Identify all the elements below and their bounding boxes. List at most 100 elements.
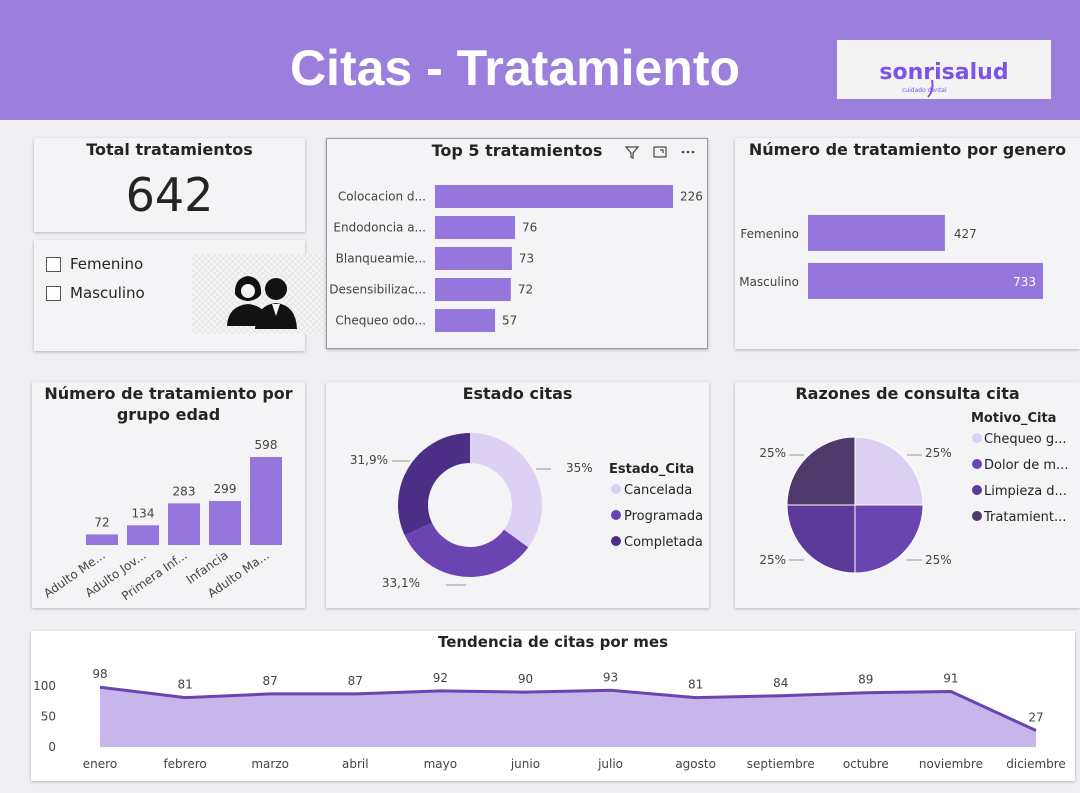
- age-chart: 72Adulto Me...134Adulto Jov...283Primera…: [41, 438, 282, 603]
- top5-card: Top 5 tratamientos Colocacion d... 226 End…: [326, 138, 708, 349]
- checkbox-masculino[interactable]: [46, 285, 61, 301]
- tendencia-value-label: 87: [263, 674, 278, 688]
- razones-legend-marker: [972, 511, 982, 521]
- age-bar[interactable]: [250, 457, 282, 545]
- tendencia-month-label: marzo: [251, 757, 289, 771]
- estado-slice[interactable]: [398, 433, 470, 536]
- tendencia-month-label: octubre: [843, 757, 889, 771]
- slicer-label-masculino: Masculino: [70, 284, 145, 302]
- logo-graphic: sonrisalud cuidado dental: [879, 60, 1009, 98]
- razones-legend-marker: [972, 433, 982, 443]
- gender-value-label: 427: [954, 227, 977, 241]
- tendencia-card: Tendencia de citas por mes 0 50 100 98 enero…: [31, 631, 1075, 781]
- tendencia-value-label: 91: [943, 671, 958, 685]
- estado-slice-label: 35%: [566, 461, 593, 475]
- header-banner: Citas - Tratamiento sonrisalud cuidado d…: [0, 0, 1080, 120]
- page-title: Citas - Tratamiento: [289, 40, 741, 96]
- tendencia-value-label: 81: [688, 678, 703, 692]
- age-value-label: 72: [94, 515, 109, 529]
- top5-category-label: Chequeo odo...: [335, 314, 426, 328]
- top5-category-label: Endodoncia a...: [333, 221, 426, 235]
- checkbox-femenino[interactable]: [46, 256, 61, 272]
- top5-value-label: 73: [519, 252, 534, 266]
- gender-image: [192, 254, 334, 334]
- top5-chart: Colocacion d... 226 Endodoncia a... 76 Blanq…: [329, 185, 703, 332]
- razones-slice-label: 25%: [925, 446, 952, 460]
- tendencia-value-label: 93: [603, 670, 618, 684]
- gender-chart: Femenino 427 Masculino 733: [739, 215, 1043, 299]
- razones-slice-label: 25%: [925, 553, 952, 567]
- gender-bar[interactable]: [808, 263, 1043, 299]
- tendencia-value-label: 98: [92, 667, 107, 681]
- top5-category-label: Blanqueamie...: [336, 252, 426, 266]
- age-bar[interactable]: [86, 534, 118, 545]
- estado-legend-marker: [611, 484, 621, 494]
- tendencia-value-label: 90: [518, 672, 533, 686]
- top5-bar[interactable]: [435, 309, 496, 332]
- top5-bar[interactable]: [435, 247, 512, 270]
- tendencia-month-label: abril: [342, 757, 369, 771]
- age-bar[interactable]: [127, 525, 159, 545]
- kpi-card: Total tratamientos 642: [34, 138, 305, 232]
- estado-slice-label: 33,1%: [382, 576, 420, 590]
- estado-card: Estado citas 35% 33,1% 31,9% Estado_Cita Can…: [326, 382, 709, 608]
- estado-slice[interactable]: [470, 433, 542, 548]
- estado-legend-title: Estado_Cita: [609, 462, 694, 477]
- tendencia-value-label: 81: [177, 678, 192, 692]
- tendencia-value-label: 27: [1028, 711, 1043, 725]
- kpi-value: 642: [125, 168, 214, 222]
- estado-legend-label[interactable]: Cancelada: [624, 483, 692, 498]
- tendencia-month-label: febrero: [163, 757, 206, 771]
- razones-slice-label: 25%: [759, 553, 786, 567]
- razones-slice[interactable]: [786, 436, 856, 506]
- razones-chart: 25% 25% 25% 25% Motivo_Cita Chequeo g... Dolor…: [759, 411, 1068, 574]
- razones-legend-label[interactable]: Dolor de m...: [984, 458, 1068, 473]
- top5-bar[interactable]: [435, 216, 516, 239]
- razones-legend-label[interactable]: Limpieza d...: [984, 484, 1067, 499]
- tendencia-value-label: 84: [773, 676, 788, 690]
- estado-chart: 35% 33,1% 31,9% Estado_Cita Cancelada Program…: [350, 433, 703, 590]
- razones-slice[interactable]: [786, 504, 856, 574]
- tendencia-month-label: junio: [510, 757, 540, 771]
- razones-legend-title: Motivo_Cita: [971, 411, 1056, 426]
- top5-value-label: 76: [522, 221, 537, 235]
- people-icon: [227, 276, 297, 329]
- age-bar[interactable]: [168, 503, 200, 545]
- estado-legend-marker: [611, 510, 621, 520]
- top5-category-label: Colocacion d...: [338, 190, 426, 204]
- estado-legend-marker: [611, 536, 621, 546]
- razones-card: Razones de consulta cita 25% 25% 25% 25% Mot…: [735, 382, 1080, 608]
- age-card: Número de tratamiento por grupo edad 72 A…: [32, 382, 305, 608]
- razones-legend-marker: [972, 459, 982, 469]
- gender-slicer-card: Femenino Masculino: [34, 240, 334, 351]
- razones-legend-label[interactable]: Chequeo g...: [984, 432, 1067, 447]
- slicer-item-masculino[interactable]: Masculino: [46, 284, 145, 302]
- razones-legend-marker: [972, 485, 982, 495]
- estado-legend-label[interactable]: Programada: [624, 509, 703, 524]
- razones-slice-label: 25%: [759, 446, 786, 460]
- logo-text: sonrisalud: [879, 60, 1008, 85]
- tendencia-chart: 0 50 100 98 enero 81 febrero 87 marzo 87 abril 92 ma…: [33, 667, 1066, 771]
- razones-slice[interactable]: [854, 436, 924, 506]
- tendencia-month-label: mayo: [424, 757, 458, 771]
- gender-value-label: 733: [1013, 275, 1036, 289]
- gender-category-label: Femenino: [740, 227, 799, 241]
- age-bar[interactable]: [209, 501, 241, 545]
- tendencia-value-label: 87: [348, 674, 363, 688]
- age-value-label: 134: [132, 506, 155, 520]
- age-value-label: 299: [214, 482, 237, 496]
- top5-bar[interactable]: [435, 278, 511, 301]
- razones-legend-label[interactable]: Tratamient...: [983, 510, 1066, 525]
- gender-card: Número de tratamiento por genero Femenin…: [735, 138, 1080, 349]
- tendencia-month-label: julio: [597, 757, 623, 771]
- gender-bar[interactable]: [808, 215, 945, 251]
- slicer-label-femenino: Femenino: [70, 255, 144, 273]
- logo-subtitle: cuidado dental: [902, 87, 947, 94]
- brand-logo: sonrisalud cuidado dental: [837, 40, 1051, 99]
- razones-slice[interactable]: [854, 504, 924, 574]
- slicer-item-femenino[interactable]: Femenino: [46, 255, 143, 273]
- age-value-label: 598: [255, 438, 278, 452]
- top5-category-label: Desensibilizac...: [329, 283, 426, 297]
- top5-bar[interactable]: [435, 185, 673, 208]
- estado-legend-label[interactable]: Completada: [624, 535, 703, 550]
